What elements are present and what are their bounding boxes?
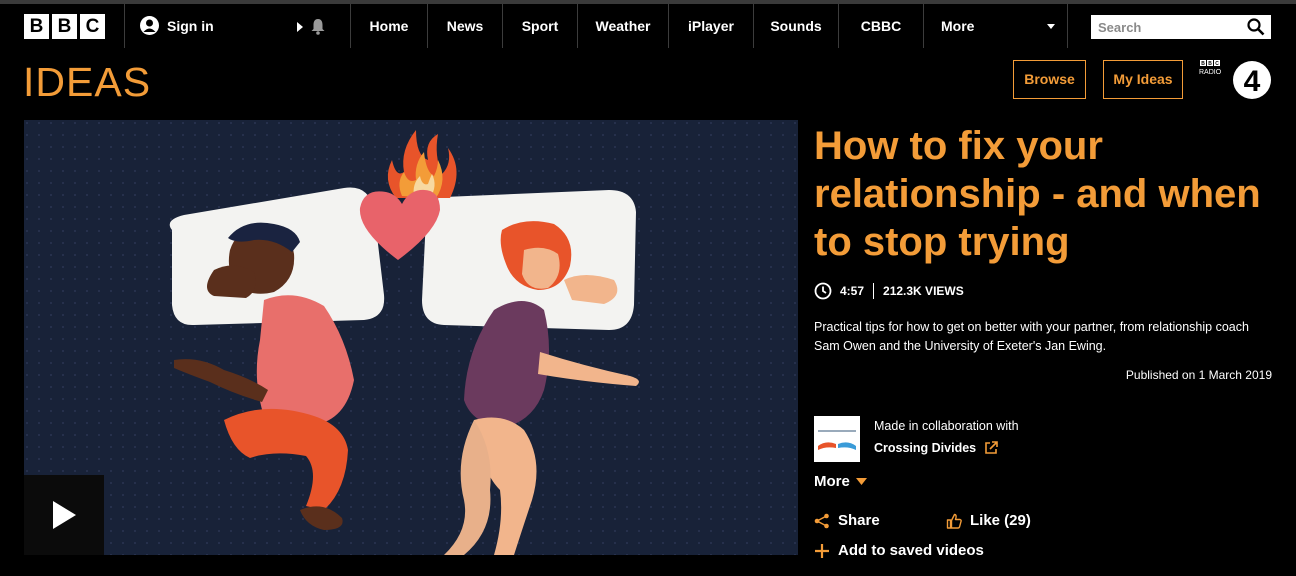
- share-icon: [814, 513, 829, 528]
- bbc-logo-letter: C: [80, 14, 105, 39]
- more-toggle[interactable]: More: [814, 473, 867, 490]
- user-icon: [140, 16, 159, 35]
- play-small-icon: [297, 21, 303, 32]
- ideas-logo[interactable]: IDEAS: [23, 59, 153, 105]
- video-duration: 4:57: [840, 284, 865, 298]
- my-ideas-button[interactable]: My Ideas: [1103, 60, 1183, 99]
- more-label: More: [814, 473, 850, 490]
- share-button[interactable]: Share: [814, 512, 880, 529]
- meta-divider: [873, 283, 875, 299]
- crossing-divides-logo[interactable]: [814, 416, 860, 462]
- video-thumbnail-illustration: [24, 120, 798, 555]
- clock-icon: [814, 282, 832, 300]
- radio-logo-number: 4: [1244, 65, 1261, 98]
- nav-news[interactable]: News: [428, 4, 502, 48]
- collaboration-text: Made in collaboration with Crossing Divi…: [874, 415, 1019, 462]
- nav-iplayer[interactable]: iPlayer: [669, 4, 753, 48]
- browse-button[interactable]: Browse: [1013, 60, 1086, 99]
- crossing-divides-label: Crossing Divides: [874, 441, 977, 455]
- crossing-divides-link[interactable]: Crossing Divides: [874, 437, 998, 459]
- search-icon[interactable]: [1247, 18, 1265, 36]
- ideas-wordmark: IDEAS: [23, 59, 151, 105]
- radio-4-icon: B B C RADIO 4: [1199, 60, 1271, 99]
- article-description: Practical tips for how to get on better …: [814, 320, 1249, 353]
- svg-text:B: B: [1201, 61, 1205, 67]
- collaboration-block: Made in collaboration with Crossing Divi…: [814, 416, 1019, 462]
- ideas-brand-text: IDEAS: [23, 60, 151, 100]
- bbc-logo[interactable]: B B C: [24, 14, 105, 39]
- search-box: [1091, 15, 1271, 39]
- nav-more[interactable]: More: [924, 4, 1067, 48]
- search-input[interactable]: [1091, 15, 1241, 39]
- nav-weather[interactable]: Weather: [578, 4, 668, 48]
- nav-cbbc[interactable]: CBBC: [839, 4, 923, 48]
- article-title: How to fix your relationship - and when …: [814, 124, 1261, 264]
- nav-more-label: More: [941, 18, 975, 34]
- play-icon: [53, 501, 76, 529]
- bbc-logo-letter: B: [52, 14, 77, 39]
- chevron-down-icon: [1047, 24, 1055, 29]
- like-button[interactable]: Like (29): [946, 512, 1031, 529]
- divider: [124, 4, 125, 48]
- sign-in-button[interactable]: Sign in: [140, 16, 214, 35]
- crossing-divides-logo-image: [818, 430, 856, 450]
- divider: [1067, 4, 1068, 48]
- bbc-top-bar: B B C Sign in Home News Sport Weather iP…: [0, 0, 1296, 48]
- notifications-button[interactable]: [296, 18, 326, 35]
- video-player[interactable]: [24, 120, 798, 555]
- sign-in-label: Sign in: [167, 17, 214, 34]
- collaboration-intro: Made in collaboration with: [874, 419, 1019, 433]
- add-to-saved-label: Add to saved videos: [838, 542, 984, 559]
- like-label: Like (29): [970, 512, 1031, 529]
- view-count: 212.3K VIEWS: [883, 284, 964, 298]
- nav-home[interactable]: Home: [351, 4, 427, 48]
- video-meta: 4:57 212.3K VIEWS: [814, 282, 964, 300]
- nav-sport[interactable]: Sport: [503, 4, 577, 48]
- published-date: Published on 1 March 2019: [1125, 368, 1272, 382]
- caret-down-icon: [855, 478, 867, 485]
- thumbs-up-icon: [946, 513, 962, 529]
- bell-icon: [311, 19, 325, 35]
- radio-logo-text: RADIO: [1199, 69, 1222, 76]
- svg-text:C: C: [1215, 61, 1219, 67]
- svg-text:B: B: [1208, 61, 1212, 67]
- add-to-saved-button[interactable]: Add to saved videos: [814, 542, 984, 559]
- play-button[interactable]: [24, 475, 104, 555]
- nav-sounds[interactable]: Sounds: [754, 4, 838, 48]
- plus-icon: [815, 543, 829, 558]
- bbc-logo-letter: B: [24, 14, 49, 39]
- bbc-radio-4-logo[interactable]: B B C RADIO 4: [1198, 58, 1274, 107]
- external-link-icon: [985, 441, 998, 454]
- share-label: Share: [838, 512, 880, 529]
